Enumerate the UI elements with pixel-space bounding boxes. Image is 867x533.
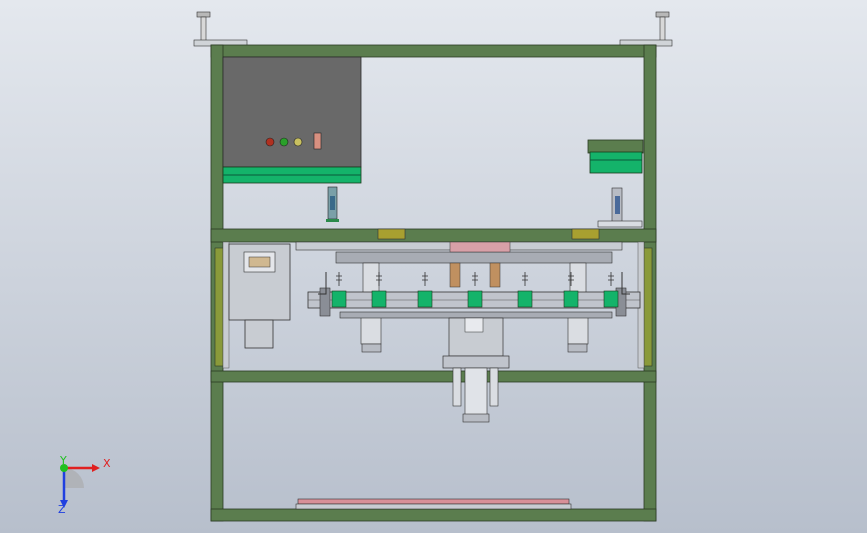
axis-label-z: Z (58, 503, 66, 516)
sensor-bracket-left (326, 186, 339, 222)
beam-clamp-left (377, 228, 406, 240)
cad-viewport[interactable]: X Y Z (0, 0, 867, 533)
right-green-module[interactable] (587, 139, 644, 174)
viewport-background (0, 0, 867, 533)
control-panel[interactable] (222, 56, 362, 184)
indicator-yellow-light (293, 137, 303, 147)
beam-clamp-right (571, 228, 600, 240)
bottom-tray[interactable] (295, 498, 572, 510)
assembly-front-view[interactable] (0, 0, 867, 533)
indicator-green-light (279, 137, 289, 147)
rail-sliders (331, 290, 619, 308)
top-carriage-plate (295, 241, 623, 264)
axis-label-y: Y (60, 454, 67, 467)
indicator-red-light (265, 137, 275, 147)
panel-switch[interactable] (313, 132, 322, 150)
axis-label-x: X (103, 457, 111, 470)
